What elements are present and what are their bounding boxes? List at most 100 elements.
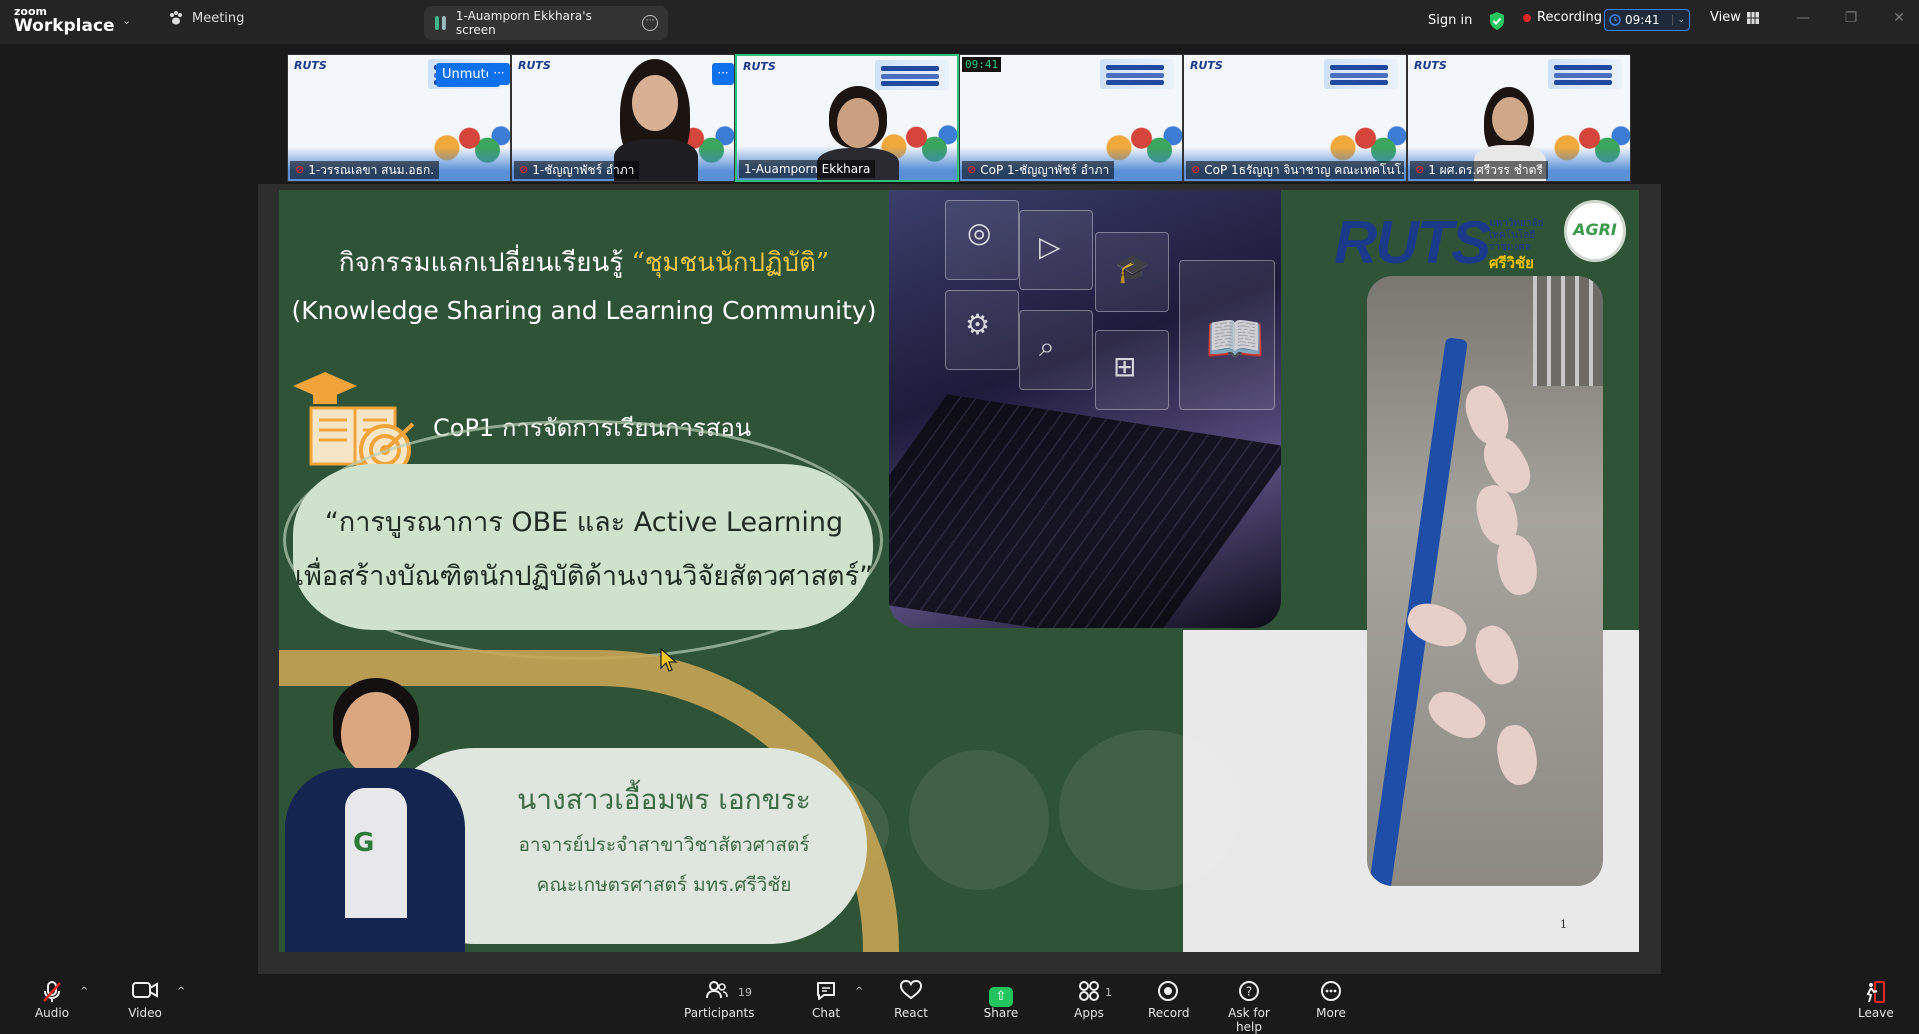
- react-label: React: [894, 1006, 928, 1020]
- chevron-down-icon[interactable]: ⌄: [122, 14, 131, 27]
- recording-indicator[interactable]: Recording: [1523, 10, 1602, 25]
- participants-label: Participants: [684, 1006, 755, 1020]
- chat-options-caret[interactable]: ^: [855, 986, 863, 997]
- participant-name: 1 ผศ.ดร.ศรีวรร ชำตรี: [1428, 163, 1543, 177]
- apps-button[interactable]: 1 Apps: [1072, 980, 1112, 1020]
- svg-text:?: ?: [1246, 985, 1252, 999]
- event-banner: [1100, 59, 1174, 89]
- fence-rail: [1533, 276, 1603, 386]
- restore-icon[interactable]: ❐: [1841, 10, 1861, 30]
- presentation-slide: กิจกรรมแลกเปลี่ยนเรียนรู้ “ชุมชนนักปฏิบั…: [279, 190, 1639, 952]
- video-options-caret[interactable]: ^: [177, 986, 185, 997]
- open-book-icon: 📖: [1205, 311, 1265, 367]
- chevron-down-icon[interactable]: ⌄: [1672, 15, 1685, 25]
- participant-name: 1-วรรณเลขา สนม.อธก.: [308, 163, 435, 177]
- participants-icon: 19: [684, 980, 752, 1006]
- ruts-university-name: มหาวิทยาลัยเทคโนโลยีราชมงคล: [1489, 218, 1544, 253]
- event-banner: [1548, 59, 1622, 89]
- record-button[interactable]: Record: [1148, 980, 1190, 1020]
- ruts-mini-logo: RUTS: [743, 60, 776, 73]
- audio-label: Audio: [34, 1006, 70, 1020]
- meeting-tab-label: Meeting: [192, 10, 245, 26]
- meeting-toolbar: Audio ^ Video ^ 19 Participants Chat ^ R…: [0, 974, 1919, 1034]
- participant-tile-active-speaker[interactable]: RUTS 1-Auamporn Ekkhara: [735, 54, 959, 182]
- camera-icon: [128, 980, 162, 1006]
- tile-more-button[interactable]: ···: [712, 63, 734, 85]
- meeting-timer[interactable]: 09:41 ⌄: [1604, 9, 1690, 31]
- recording-dot-icon: [1523, 13, 1531, 22]
- mic-muted-icon: ⊘: [295, 163, 305, 176]
- more-options-icon[interactable]: ···: [642, 15, 658, 31]
- leave-button[interactable]: Leave: [1858, 980, 1894, 1020]
- shared-screen-tab[interactable]: 1-Auamporn Ekkhara's screen ···: [424, 6, 668, 40]
- participant-tile[interactable]: RUTS Unmute ··· ⊘ 1-วรรณเลขา สนม.อธก.: [287, 54, 511, 182]
- chat-button[interactable]: Chat: [812, 980, 840, 1020]
- apps-icon: 1: [1072, 980, 1112, 1006]
- presentation-icon: ⊞: [1113, 350, 1137, 383]
- sign-in-button[interactable]: Sign in: [1422, 10, 1478, 31]
- grid-view-icon: [1746, 11, 1759, 24]
- participant-name: 1-ชัญญาพัชร์ อำภา: [532, 163, 635, 177]
- laptop-education-image: ◎ ▷ 🎓 ⚙ ⌕ ⊞ 📖: [889, 190, 1281, 628]
- slide-page-number: 1: [1560, 918, 1567, 931]
- participant-nameplate: ⊘ CoP 1ธรัญญา จินาชาญ คณะเทคโนโ...: [1186, 161, 1404, 179]
- speaker-photo: G: [279, 638, 479, 952]
- paw-icon: [170, 11, 182, 25]
- audio-options-caret[interactable]: ^: [80, 986, 88, 997]
- participant-tile[interactable]: 09:41 ⊘ CoP 1-ชัญญาพัชร์ อำภา: [959, 54, 1183, 182]
- participant-name: CoP 1ธรัญญา จินาชาญ คณะเทคโนโ...: [1204, 163, 1404, 177]
- react-button[interactable]: React: [894, 979, 928, 1020]
- participant-tile[interactable]: RUTS ⊘ 1 ผศ.ดร.ศรีวรร ชำตรี: [1407, 54, 1631, 182]
- target-icon: ◎: [967, 216, 992, 249]
- security-shield-icon[interactable]: [1488, 11, 1506, 31]
- mic-muted-icon: [34, 980, 70, 1006]
- meeting-tab[interactable]: Meeting: [168, 10, 244, 26]
- quote-cloud: [293, 464, 873, 630]
- participant-nameplate: 1-Auamporn Ekkhara: [739, 160, 876, 178]
- keyboard: [889, 394, 1281, 628]
- slide-title-thai: กิจกรรมแลกเปลี่ยนเรียนรู้ “ชุมชนนักปฏิบั…: [279, 242, 889, 283]
- video-button[interactable]: Video: [128, 980, 162, 1020]
- minimize-icon[interactable]: —: [1793, 10, 1813, 30]
- participants-count: 19: [738, 986, 752, 999]
- mic-muted-icon: ⊘: [1415, 163, 1425, 176]
- graduation-cap-icon: 🎓: [1115, 252, 1150, 285]
- recording-label: Recording: [1537, 10, 1603, 25]
- more-button[interactable]: More: [1315, 980, 1347, 1020]
- more-label: More: [1316, 1006, 1346, 1020]
- mic-muted-icon: ⊘: [1191, 163, 1201, 176]
- close-icon[interactable]: ✕: [1889, 10, 1909, 30]
- audio-button[interactable]: Audio: [34, 980, 70, 1020]
- search-icon: ⌕: [1039, 330, 1055, 363]
- chat-icon: [812, 980, 840, 1006]
- apps-label: Apps: [1074, 1006, 1104, 1020]
- participant-nameplate: ⊘ CoP 1-ชัญญาพัชร์ อำภา: [962, 161, 1115, 179]
- ruts-mini-logo: RUTS: [1414, 59, 1447, 72]
- slide-title-highlight: “ชุมชนนักปฏิบัติ”: [631, 248, 830, 278]
- ruts-mini-logo: RUTS: [1190, 59, 1223, 72]
- video-label: Video: [128, 1006, 162, 1020]
- gear-icon: ⚙: [965, 308, 991, 341]
- ruts-mini-logo: RUTS: [518, 59, 551, 72]
- tile-more-button[interactable]: ···: [488, 63, 510, 85]
- participant-tile[interactable]: RUTS ··· ⊘ 1-ชัญญาพัชร์ อำภา: [511, 54, 735, 182]
- participants-button[interactable]: 19 Participants: [684, 980, 755, 1020]
- participant-filmstrip: RUTS Unmute ··· ⊘ 1-วรรณเลขา สนม.อธก. RU…: [287, 54, 1632, 182]
- share-button[interactable]: ⇧ Share: [983, 980, 1019, 1020]
- participant-name: 1-Auamporn Ekkhara: [744, 162, 871, 176]
- speaker-role: อาจารย์ประจำสาขาวิชาสัตวศาสตร์: [518, 834, 810, 856]
- agri-logo-text: AGRI: [1573, 220, 1617, 239]
- mic-muted-icon: ⊘: [519, 163, 529, 176]
- record-label: Record: [1148, 1006, 1190, 1020]
- participant-tile[interactable]: RUTS ⊘ CoP 1ธรัญญา จินาชาญ คณะเทคโนโ...: [1183, 54, 1407, 182]
- ask-for-help-button[interactable]: ? Ask for help: [1214, 980, 1284, 1034]
- help-icon: ?: [1214, 980, 1284, 1006]
- participant-nameplate: ⊘ 1 ผศ.ดร.ศรีวรร ชำตรี: [1410, 161, 1548, 179]
- slide-title-prefix: กิจกรรมแลกเปลี่ยนเรียนรู้: [338, 248, 632, 278]
- quote-line-2: เพื่อสร้างบัณฑิตนักปฏิบัติด้านงานวิจัยสั…: [294, 561, 874, 592]
- view-button[interactable]: View: [1710, 10, 1759, 25]
- app-logo[interactable]: zoom Workplace: [14, 6, 115, 35]
- mic-muted-icon: ⊘: [967, 163, 977, 176]
- title-bar: zoom Workplace ⌄ Meeting 1-Auamporn Ekkh…: [0, 0, 1919, 44]
- quote-line-1: “การบูรณาการ OBE และ Active Learning: [324, 507, 844, 538]
